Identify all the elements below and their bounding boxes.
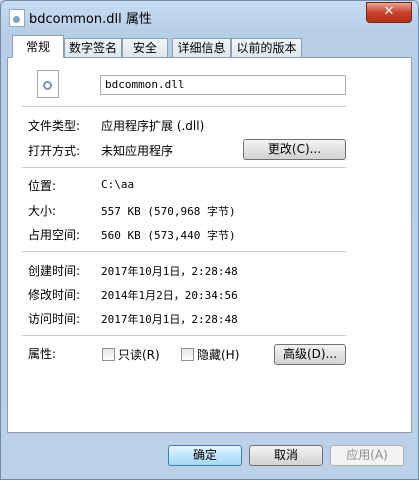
disk-size-value: 560 KB (573,440 字节) [101, 229, 236, 242]
accessed-value: 2017年10月1日，2:28:48 [101, 313, 238, 326]
created-value: 2017年10月1日，2:28:48 [101, 265, 238, 278]
attributes-label: 属性: [28, 347, 57, 361]
window-title: bdcommon.dll 属性 [29, 12, 152, 27]
separator [22, 167, 346, 168]
separator [22, 251, 346, 252]
created-label: 创建时间: [28, 264, 81, 278]
change-button[interactable]: 更改(C)... [243, 139, 346, 160]
dll-file-icon [37, 70, 59, 98]
file-type-value: 应用程序扩展 (.dll) [101, 119, 205, 133]
disk-size-label: 占用空间: [28, 228, 81, 242]
tab-security[interactable]: 安全 [122, 38, 168, 57]
accessed-label: 访问时间: [28, 312, 81, 326]
hidden-label[interactable]: 隐藏(H) [197, 346, 239, 363]
dll-file-icon [9, 9, 25, 27]
open-with-label: 打开方式: [28, 144, 81, 158]
separator [22, 106, 346, 107]
cancel-button[interactable]: 取消 [249, 445, 323, 466]
separator [22, 335, 346, 336]
modified-label: 修改时间: [28, 288, 81, 302]
file-type-label: 文件类型: [28, 119, 81, 133]
ok-button[interactable]: 确定 [168, 445, 242, 466]
tab-previous-versions[interactable]: 以前的版本 [231, 38, 302, 57]
readonly-label[interactable]: 只读(R) [118, 346, 160, 363]
tab-digital-signatures[interactable]: 数字签名 [64, 38, 122, 57]
apply-button: 应用(A) [330, 445, 404, 466]
location-value: C:\aa [101, 178, 135, 191]
tab-general[interactable]: 常规 [12, 35, 64, 58]
advanced-button[interactable]: 高级(D)... [274, 344, 346, 365]
tab-details[interactable]: 详细信息 [172, 38, 231, 57]
size-value: 557 KB (570,968 字节) [101, 205, 236, 218]
open-with-value: 未知应用程序 [101, 144, 174, 158]
hidden-checkbox[interactable] [181, 348, 194, 361]
modified-value: 2014年1月2日，20:34:56 [101, 289, 238, 302]
tab-panel-general [7, 57, 412, 433]
size-label: 大小: [28, 204, 57, 218]
location-label: 位置: [28, 179, 57, 193]
title-bar[interactable]: bdcommon.dll 属性 ✕ [1, 1, 418, 31]
readonly-checkbox[interactable] [102, 348, 115, 361]
file-name-field[interactable]: bdcommon.dll [100, 75, 346, 95]
close-button[interactable]: ✕ [366, 2, 412, 23]
